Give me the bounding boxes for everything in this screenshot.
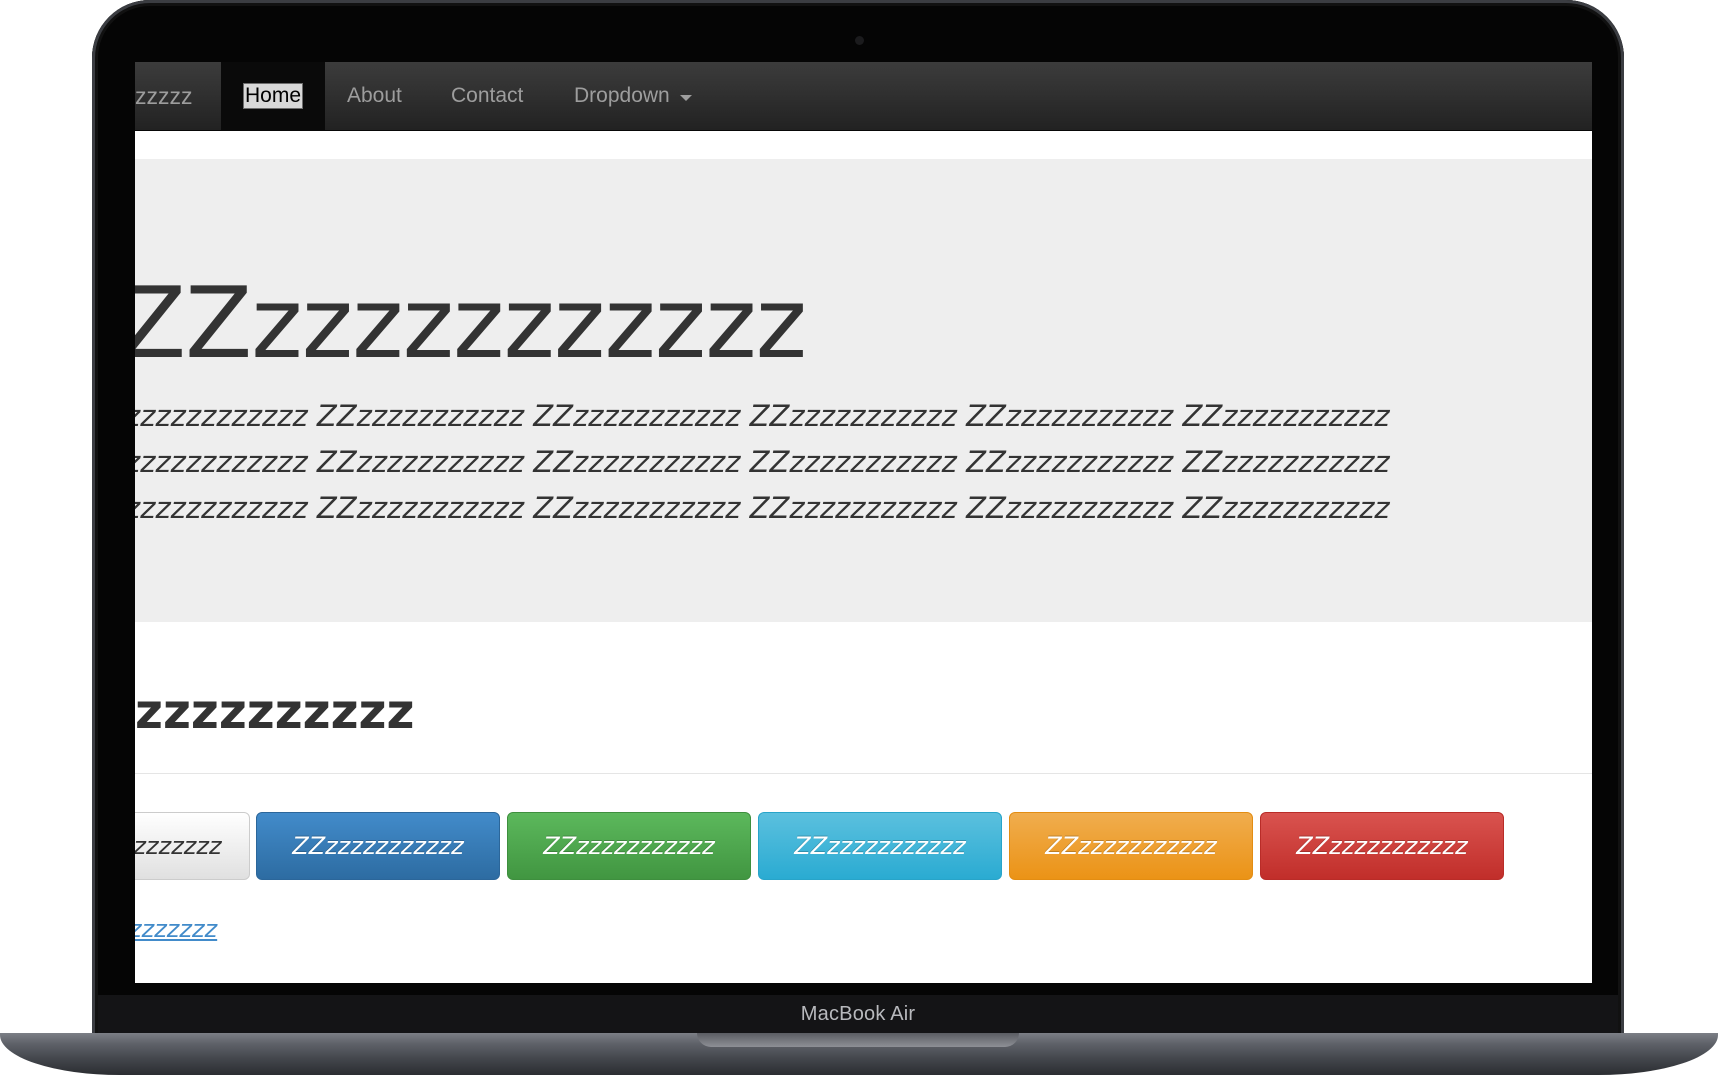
- section-heading: zzzzzzzzzz: [135, 684, 415, 740]
- danger-button[interactable]: ZZzzzzzzzzzzz: [1260, 812, 1504, 880]
- nav-item-home[interactable]: Home: [221, 62, 325, 130]
- nav-item-home-label: Home: [242, 83, 304, 109]
- jumbotron-text: zzzzzzzzzzzz ZZzzzzzzzzzzz ZZzzzzzzzzzzz…: [135, 393, 1525, 531]
- jumbotron-line: zzzzzzzzzzzz ZZzzzzzzzzzzz ZZzzzzzzzzzzz…: [135, 491, 1390, 525]
- nav-item-dropdown-label: Dropdown: [574, 84, 670, 107]
- laptop-base: [0, 1033, 1718, 1075]
- success-button[interactable]: ZZzzzzzzzzzzz: [507, 812, 751, 880]
- jumbotron-line: zzzzzzzzzzzz ZZzzzzzzzzzzz ZZzzzzzzzzzzz…: [135, 445, 1390, 479]
- caret-down-icon: [679, 94, 692, 101]
- nav-item-about[interactable]: About: [347, 62, 402, 130]
- warning-button[interactable]: ZZzzzzzzzzzzz: [1009, 812, 1253, 880]
- nav-item-dropdown[interactable]: Dropdown: [574, 62, 692, 130]
- jumbotron-title: ZZzzzzzzzzzzz: [135, 267, 807, 381]
- jumbotron-line: zzzzzzzzzzzz ZZzzzzzzzzzzz ZZzzzzzzzzzzz…: [135, 399, 1390, 433]
- text-link[interactable]: zzzzzzz: [135, 915, 217, 943]
- navbar: zzzzz Home About Contact Dropdown: [135, 62, 1592, 131]
- browser-viewport: zzzzz Home About Contact Dropdown ZZzzzz…: [135, 62, 1592, 983]
- laptop-notch: [697, 1033, 1019, 1047]
- default-button[interactable]: zzzzzzz: [135, 812, 250, 880]
- divider: [135, 773, 1592, 774]
- info-button[interactable]: ZZzzzzzzzzzzz: [758, 812, 1002, 880]
- primary-button[interactable]: ZZzzzzzzzzzzz: [256, 812, 500, 880]
- navbar-brand[interactable]: zzzzz: [135, 62, 193, 130]
- jumbotron: ZZzzzzzzzzzzz zzzzzzzzzzzz ZZzzzzzzzzzzz…: [135, 159, 1592, 622]
- model-label: MacBook Air: [800, 1002, 916, 1025]
- camera-icon: [855, 36, 864, 45]
- nav-item-contact[interactable]: Contact: [451, 62, 523, 130]
- bottom-bezel: MacBook Air: [98, 995, 1618, 1033]
